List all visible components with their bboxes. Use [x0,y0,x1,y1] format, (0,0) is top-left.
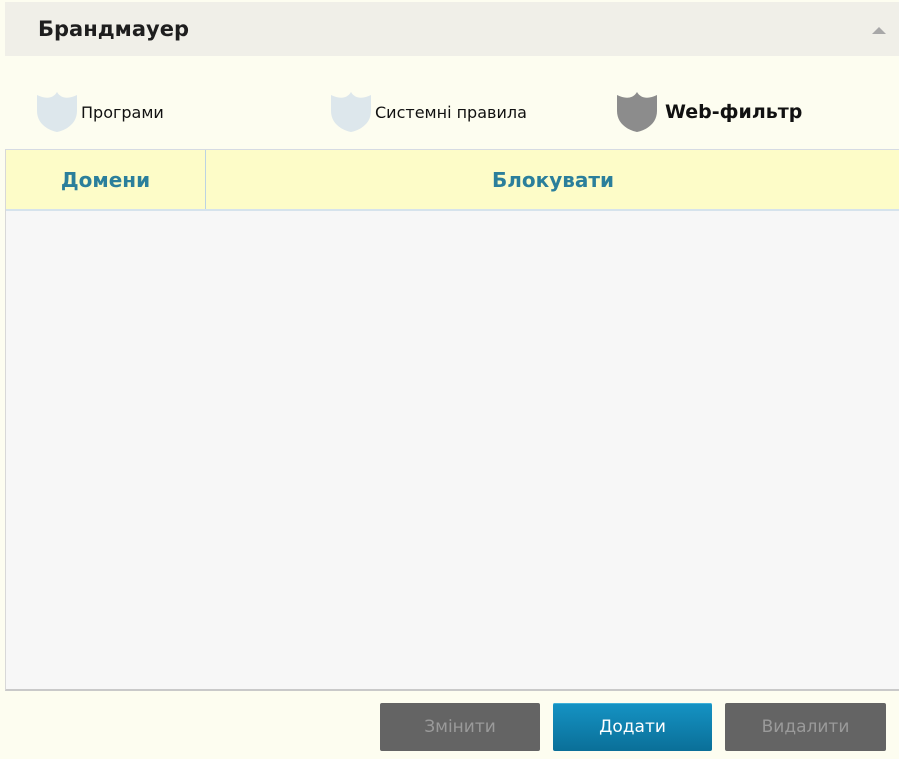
collapse-button[interactable] [867,22,891,38]
tab-system-rules[interactable]: Системні правила [329,91,527,133]
column-header-domains-label: Домени [60,167,151,192]
column-header-domains[interactable]: Домени [6,150,206,209]
table-header: Домени Блокувати [6,150,899,211]
edit-button[interactable]: Змінити [380,703,540,751]
panel-title: Брандмауер [38,17,189,41]
tab-programs[interactable]: Програми [35,91,164,133]
table-body[interactable] [6,211,899,688]
triangle-up-icon [872,27,886,34]
panel-header: Брандмауер [5,2,899,56]
delete-button[interactable]: Видалити [725,703,886,751]
button-bar: Змінити Додати Видалити [5,691,899,759]
tab-web-filter-label: Web-фильтр [665,101,803,123]
shield-icon [617,92,657,132]
column-header-block-label: Блокувати [491,167,614,192]
tab-system-rules-label: Системні правила [375,102,527,122]
add-button[interactable]: Додати [553,703,712,751]
domains-table: Домени Блокувати [5,149,899,691]
shield-icon [331,92,371,132]
firewall-panel: Брандмауер Програми Системні правила Web… [0,0,899,759]
tab-programs-label: Програми [81,102,164,122]
tab-bar: Програми Системні правила Web-фильтр [5,56,899,149]
tab-web-filter[interactable]: Web-фильтр [615,91,802,133]
column-header-block[interactable]: Блокувати [207,150,899,209]
shield-icon [37,92,77,132]
